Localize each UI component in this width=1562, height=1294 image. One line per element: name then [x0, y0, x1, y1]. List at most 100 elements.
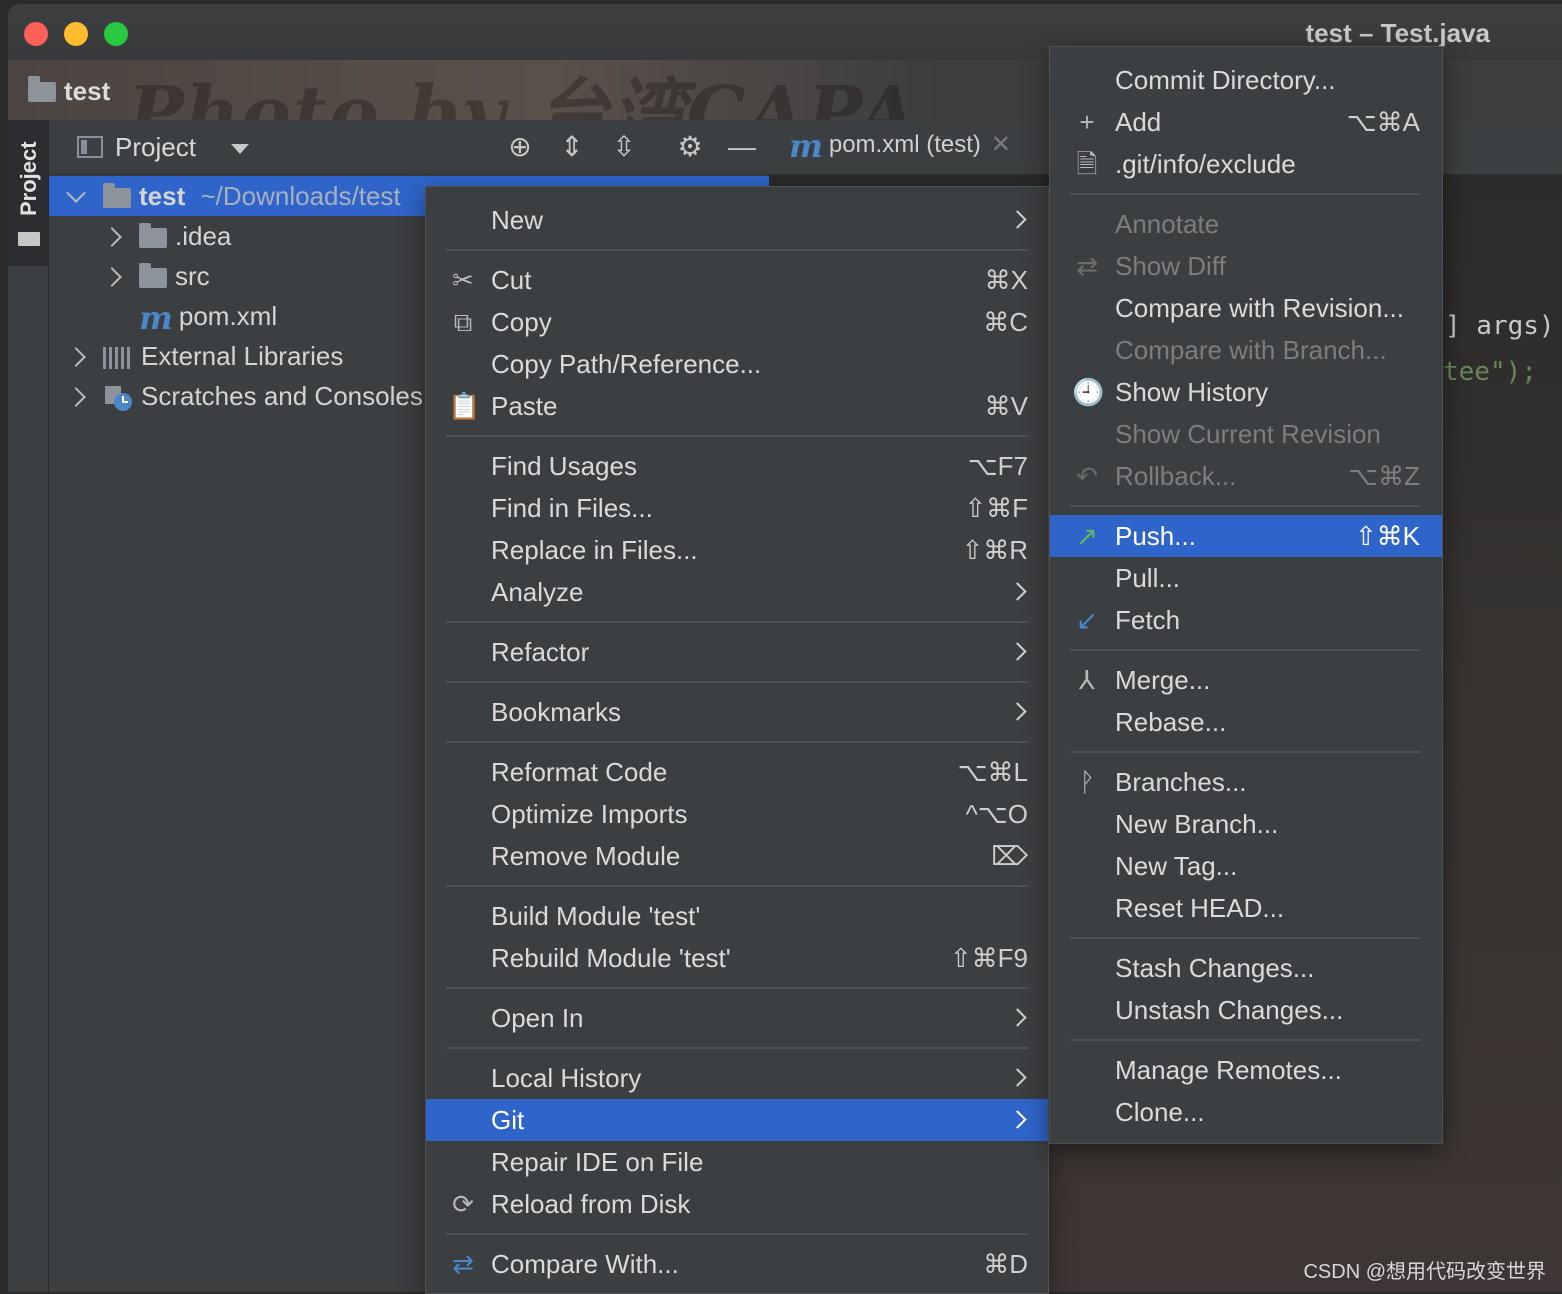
menu-item-label: Refactor — [491, 637, 590, 667]
rollback-icon: ↶ — [1076, 461, 1098, 491]
chevron-right-icon — [1008, 210, 1027, 229]
push-icon: ↗ — [1076, 521, 1098, 551]
menu-separator — [446, 681, 1028, 683]
menu-item-label: Compare With... — [491, 1249, 679, 1279]
chevron-right-icon[interactable] — [66, 387, 86, 407]
menu-item-label: Fetch — [1115, 605, 1181, 635]
menu-item-label: Add — [1115, 107, 1162, 137]
menu-item-label: Rebase... — [1115, 707, 1227, 737]
menu-item-git-exclude[interactable]: 🗎 .git/info/exclude — [1050, 143, 1442, 185]
menu-item-optimize-imports[interactable]: Optimize Imports ^⌥O — [426, 793, 1048, 835]
menu-item-analyze[interactable]: Analyze — [426, 571, 1048, 613]
expand-all-icon[interactable]: ⇕ — [555, 132, 589, 162]
menu-item-label: Cut — [491, 265, 532, 295]
file-exclude-icon: 🗎 — [1076, 149, 1098, 179]
menu-item-refactor[interactable]: Refactor — [426, 631, 1048, 673]
menu-item-show-current-revision: Show Current Revision — [1050, 413, 1442, 455]
chevron-down-icon[interactable] — [231, 144, 249, 154]
menu-item-add[interactable]: + Add ⌥⌘A — [1050, 101, 1442, 143]
clipboard-icon: 📋 — [448, 391, 481, 421]
menu-item-reset-head[interactable]: Reset HEAD... — [1050, 887, 1442, 929]
menu-separator — [446, 435, 1028, 437]
menu-item-label: Show Current Revision — [1115, 419, 1381, 449]
merge-icon: ⅄ — [1079, 665, 1095, 695]
locate-icon[interactable]: ⊕ — [503, 132, 537, 162]
menu-item-replace-in-files[interactable]: Replace in Files... ⇧⌘R — [426, 529, 1048, 571]
menu-item-label: Compare with Revision... — [1115, 293, 1404, 323]
chevron-right-icon — [1008, 642, 1027, 661]
menu-item-bookmarks[interactable]: Bookmarks — [426, 691, 1048, 733]
menu-item-pull[interactable]: Pull... — [1050, 557, 1442, 599]
library-icon — [103, 347, 133, 370]
menu-item-commit-directory[interactable]: Commit Directory... — [1050, 59, 1442, 101]
gear-icon[interactable]: ⚙ — [673, 132, 707, 162]
menu-item-shortcut: ⇧⌘R — [961, 535, 1028, 565]
project-folder-icon — [28, 76, 56, 102]
menu-separator — [1070, 193, 1420, 195]
chevron-right-icon[interactable] — [102, 267, 122, 287]
menu-item-show-history[interactable]: 🕘 Show History — [1050, 371, 1442, 413]
breadcrumb-project[interactable]: test — [64, 76, 110, 107]
menu-separator — [446, 987, 1028, 989]
menu-item-new-tag[interactable]: New Tag... — [1050, 845, 1442, 887]
menu-item-reformat-code[interactable]: Reformat Code ⌥⌘L — [426, 751, 1048, 793]
menu-separator — [446, 1047, 1028, 1049]
project-view-selector[interactable]: Project — [115, 132, 196, 163]
tree-label: test — [139, 181, 186, 211]
menu-separator — [1070, 649, 1420, 651]
chevron-right-icon[interactable] — [66, 347, 86, 367]
menu-item-label: Copy Path/Reference... — [491, 349, 762, 379]
menu-item-compare-revision[interactable]: Compare with Revision... — [1050, 287, 1442, 329]
menu-item-label: Unstash Changes... — [1115, 995, 1344, 1025]
menu-item-reload-from-disk[interactable]: ⟳ Reload from Disk — [426, 1183, 1048, 1225]
menu-item-label: .git/info/exclude — [1115, 149, 1296, 179]
minimize-window-button[interactable] — [64, 22, 88, 46]
menu-item-rebase[interactable]: Rebase... — [1050, 701, 1442, 743]
menu-item-merge[interactable]: ⅄ Merge... — [1050, 659, 1442, 701]
menu-item-clone[interactable]: Clone... — [1050, 1091, 1442, 1133]
menu-item-open-in[interactable]: Open In — [426, 997, 1048, 1039]
close-window-button[interactable] — [24, 22, 48, 46]
menu-item-label: Paste — [491, 391, 558, 421]
menu-item-rebuild-module[interactable]: Rebuild Module 'test' ⇧⌘F9 — [426, 937, 1048, 979]
fetch-icon: ↙ — [1076, 605, 1098, 635]
menu-item-shortcut: ⌘D — [983, 1249, 1028, 1279]
menu-item-find-usages[interactable]: Find Usages ⌥F7 — [426, 445, 1048, 487]
menu-item-copy-path[interactable]: Copy Path/Reference... — [426, 343, 1048, 385]
menu-item-label: Local History — [491, 1063, 642, 1093]
menu-item-label: Replace in Files... — [491, 535, 698, 565]
chevron-right-icon[interactable] — [102, 227, 122, 247]
close-tab-icon[interactable]: ✕ — [991, 131, 1011, 158]
menu-item-branches[interactable]: ᚹ Branches... — [1050, 761, 1442, 803]
menu-item-compare-with[interactable]: ⇄ Compare With... ⌘D — [426, 1243, 1048, 1285]
menu-item-new-branch[interactable]: New Branch... — [1050, 803, 1442, 845]
tab-pom-xml[interactable]: m pom.xml (test) ✕ — [789, 130, 1011, 162]
menu-item-fetch[interactable]: ↙ Fetch — [1050, 599, 1442, 641]
menu-item-new[interactable]: New — [426, 199, 1048, 241]
chevron-right-icon — [1008, 1068, 1027, 1087]
menu-item-local-history[interactable]: Local History — [426, 1057, 1048, 1099]
menu-item-label: Build Module 'test' — [491, 901, 701, 931]
menu-item-build-module[interactable]: Build Module 'test' — [426, 895, 1048, 937]
project-tool-tab[interactable]: Project — [8, 120, 48, 266]
menu-item-find-in-files[interactable]: Find in Files... ⇧⌘F — [426, 487, 1048, 529]
menu-item-unstash-changes[interactable]: Unstash Changes... — [1050, 989, 1442, 1031]
csdn-watermark: CSDN @想用代码改变世界 — [1303, 1261, 1546, 1283]
hide-panel-icon[interactable]: — — [725, 132, 759, 162]
menu-item-paste[interactable]: 📋 Paste ⌘V — [426, 385, 1048, 427]
menu-item-label: Manage Remotes... — [1115, 1055, 1342, 1085]
menu-separator — [1070, 937, 1420, 939]
menu-item-copy[interactable]: ⧉ Copy ⌘C — [426, 301, 1048, 343]
zoom-window-button[interactable] — [104, 22, 128, 46]
menu-item-push[interactable]: ↗ Push... ⇧⌘K — [1050, 515, 1442, 557]
menu-item-cut[interactable]: ✂ Cut ⌘X — [426, 259, 1048, 301]
chevron-down-icon[interactable] — [66, 183, 86, 203]
menu-item-repair-ide[interactable]: Repair IDE on File — [426, 1141, 1048, 1183]
collapse-all-icon[interactable]: ⇳ — [607, 132, 641, 162]
menu-item-manage-remotes[interactable]: Manage Remotes... — [1050, 1049, 1442, 1091]
menu-item-stash-changes[interactable]: Stash Changes... — [1050, 947, 1442, 989]
menu-item-label: Commit Directory... — [1115, 65, 1336, 95]
menu-item-label: Bookmarks — [491, 697, 622, 727]
menu-item-git[interactable]: Git — [426, 1099, 1048, 1141]
menu-item-remove-module[interactable]: Remove Module ⌦ — [426, 835, 1048, 877]
